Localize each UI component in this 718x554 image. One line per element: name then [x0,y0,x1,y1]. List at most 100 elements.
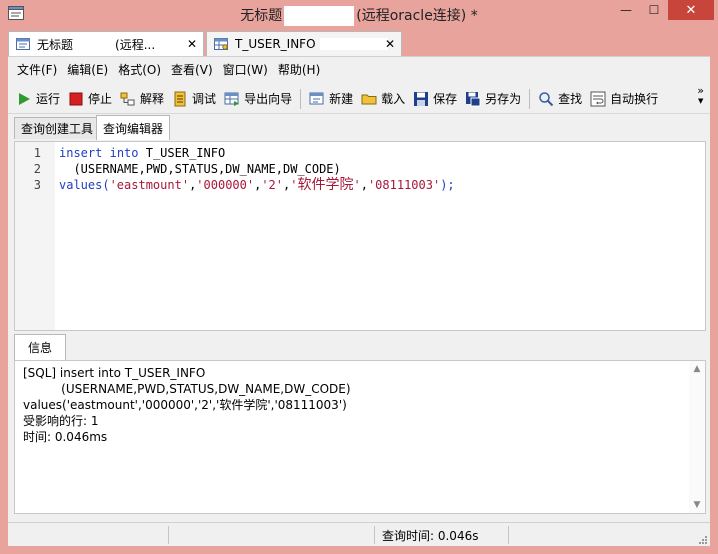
save-icon [413,91,429,107]
run-button[interactable]: 运行 [12,87,64,111]
toolbar-overflow-button[interactable]: » ▼ [697,84,704,106]
save-button[interactable]: 保存 [409,87,461,111]
info-line: 受影响的行: 1 [23,414,99,428]
line-number: 1 [33,146,41,160]
string-literal: 软件学院 [297,177,354,193]
scroll-down-icon[interactable]: ▼ [689,497,705,513]
code-text: values('eastmount','000000','2','软件学院','… [59,177,455,193]
window-title: 无标题 (远程oracle连接) * [0,5,718,26]
close-tab-icon[interactable]: ✕ [385,37,395,51]
code-line: 1 insert into T_USER_INFO [15,145,705,161]
status-separator [168,526,169,544]
code-text: insert into T_USER_INFO [59,145,225,161]
debug-icon [172,91,188,107]
doc-tab-sublabel: (远程... [115,37,156,52]
string-literal: '000000' [196,178,255,192]
status-separator [508,526,509,544]
code-text: (USERNAME,PWD,STATUS,DW_NAME,DW_CODE) [59,162,341,176]
document-tabs: 无标题 (远程... ✕ T_USER_INFO ✕ [8,28,710,56]
menu-view[interactable]: 查看(V) [166,61,218,78]
explain-button[interactable]: 解释 [116,87,168,111]
line-number: 3 [33,178,41,192]
explain-icon [120,91,136,107]
editor-mode-tabs: 查询创建工具 查询编辑器 [8,115,710,140]
export-icon [224,91,240,107]
string-literal: '2' [261,178,284,192]
menu-window[interactable]: 窗口(W) [218,61,273,78]
debug-button[interactable]: 调试 [168,87,220,111]
menu-help[interactable]: 帮助(H) [273,61,325,78]
string-literal: 'eastmount' [109,178,190,192]
code-punctuation: ); [440,178,455,192]
new-button[interactable]: 新建 [305,87,357,111]
export-wizard-button[interactable]: 导出向导 [220,87,296,111]
stop-label: 停止 [88,92,113,106]
explain-label: 解释 [140,92,165,106]
close-tab-icon[interactable]: ✕ [187,37,197,51]
doc-tab-label: 无标题 [37,37,74,52]
menu-edit[interactable]: 编辑(E) [62,61,113,78]
app-window: 无标题 (远程oracle连接) * — ☐ ✕ 无标题 (远程... ✕ T_… [0,0,718,554]
info-line: 时间: 0.046ms [23,430,108,444]
string-quote: ' [353,178,361,192]
find-button[interactable]: 查找 [534,87,586,111]
chevron-down-icon: ▼ [697,97,704,105]
info-line: (USERNAME,PWD,STATUS,DW_NAME,DW_CODE) [23,382,351,396]
code-line: 2 (USERNAME,PWD,STATUS,DW_NAME,DW_CODE) [15,161,705,177]
chevron-more-icon: » [697,84,704,97]
client-area: 无标题 (远程... ✕ T_USER_INFO ✕ 文件(F) 编辑(E) 格… [8,28,710,546]
status-bar: 查询时间: 0.046s [8,522,710,546]
folder-icon [361,91,377,107]
debug-label: 调试 [192,92,217,106]
keyword-into: into [109,146,139,160]
doc-tab-label: T_USER_INFO [235,37,316,51]
menu-file[interactable]: 文件(F) [12,61,62,78]
tab-info[interactable]: 信息 [14,334,66,360]
info-line: [SQL] insert into T_USER_INFO [23,366,206,380]
toolbar-separator [300,88,302,109]
word-wrap-label: 自动换行 [610,92,659,106]
doc-tab-t-user-info[interactable]: T_USER_INFO ✕ [206,31,402,56]
export-wizard-label: 导出向导 [244,92,293,106]
menu-bar: 文件(F) 编辑(E) 格式(O) 查看(V) 窗口(W) 帮助(H) [8,56,710,82]
window-title-suffix: (远程oracle连接) * [356,8,478,24]
window-title-prefix: 无标题 [240,8,283,24]
find-label: 查找 [558,92,583,106]
stop-button[interactable]: 停止 [64,87,116,111]
stop-icon [68,91,84,107]
save-as-button[interactable]: 另存为 [461,87,525,111]
string-literal: '08111003' [367,178,441,192]
title-bar[interactable]: 无标题 (远程oracle连接) * — ☐ ✕ [0,0,718,28]
search-icon [538,91,554,107]
keyword-insert: insert [59,146,103,160]
tab-query-builder[interactable]: 查询创建工具 [14,117,101,139]
close-button[interactable]: ✕ [668,0,714,20]
play-icon [16,91,32,107]
load-button[interactable]: 载入 [357,87,409,111]
line-number: 2 [33,162,41,176]
info-panel[interactable]: [SQL] insert into T_USER_INFO (USERNAME,… [14,360,706,514]
minimize-button[interactable]: — [612,0,640,20]
doc-tab-untitled[interactable]: 无标题 (远程... ✕ [8,31,204,56]
toolbar-separator [529,88,531,109]
vertical-scrollbar[interactable]: ▲ ▼ [689,361,705,513]
redacted-block [319,38,388,50]
table-icon [213,36,229,52]
load-label: 载入 [381,92,406,106]
table-name: T_USER_INFO [138,146,226,160]
keyword-values: values( [59,178,110,192]
maximize-button[interactable]: ☐ [640,0,668,20]
save-as-label: 另存为 [485,92,522,106]
redacted-block [284,6,355,26]
tab-query-editor[interactable]: 查询编辑器 [96,115,171,140]
run-label: 运行 [36,92,61,106]
status-separator [374,526,375,544]
new-query-icon [309,91,325,107]
code-line: 3 values('eastmount','000000','2','软件学院'… [15,177,705,193]
query-icon [15,36,31,52]
resize-grip-icon[interactable] [698,534,708,544]
sql-editor[interactable]: 1 insert into T_USER_INFO 2 (USERNAME,PW… [14,141,706,331]
scroll-up-icon[interactable]: ▲ [689,361,705,377]
menu-format[interactable]: 格式(O) [113,61,166,78]
word-wrap-button[interactable]: 自动换行 [586,87,662,111]
